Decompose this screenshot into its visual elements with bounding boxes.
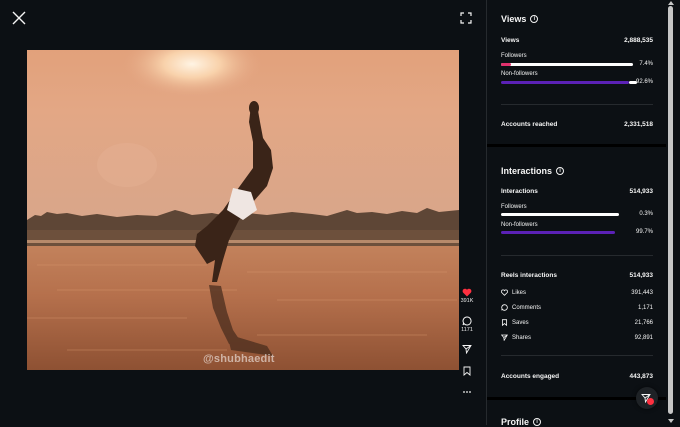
scroll-up-arrow[interactable] (668, 1, 674, 5)
scrollbar-thumb[interactable] (668, 6, 673, 414)
profile-heading: Profile i (501, 417, 542, 427)
views-total-row: Views 2,888,535 (501, 37, 653, 44)
accounts-engaged-label: Accounts engaged (501, 373, 560, 380)
heart-icon (462, 288, 472, 297)
comments-label: Comments (512, 304, 542, 311)
reels-interactions-value: 514,933 (629, 272, 654, 279)
likes-value: 391,443 (631, 289, 653, 296)
views-followers-bar-fill (501, 63, 511, 66)
profile-title: Profile (501, 417, 530, 427)
media-viewer: @shubhaedit 391K 1171 (0, 0, 485, 425)
accounts-engaged-value: 443,873 (629, 373, 654, 380)
accounts-reached-row: Accounts reached 2,331,518 (501, 121, 653, 128)
interactions-title: Interactions (501, 166, 553, 176)
bookmark-icon (463, 366, 471, 376)
close-icon[interactable] (12, 11, 26, 25)
shares-row: Shares 92,891 (501, 334, 653, 341)
ellipsis-icon (463, 391, 471, 393)
views-followers-label: Followers (501, 53, 527, 59)
divider (501, 255, 653, 256)
interactions-nonfollowers-bar-fill (501, 231, 615, 234)
info-icon[interactable]: i (530, 15, 539, 23)
like-count: 391K (460, 298, 474, 304)
interactions-total-label: Interactions (501, 188, 538, 195)
panel-scrollbar[interactable] (666, 0, 680, 425)
bookmark-icon (501, 319, 508, 326)
accounts-reached-label: Accounts reached (501, 121, 558, 128)
video-watermark: @shubhaedit (203, 353, 275, 365)
comments-value: 1,171 (637, 304, 653, 311)
interactions-followers-pct: 0.3% (639, 211, 653, 217)
interactions-nonfollowers-pct: 99.7% (635, 229, 653, 235)
save-button[interactable] (458, 366, 476, 376)
send-icon (501, 334, 508, 341)
notifications-button[interactable] (636, 387, 658, 409)
views-title: Views (501, 14, 527, 24)
views-total-label: Views (501, 37, 520, 44)
reels-interactions-row: Reels interactions 514,933 (501, 272, 653, 279)
views-nonfollowers-label: Non-followers (501, 71, 538, 77)
divider (501, 104, 653, 105)
heart-icon (501, 289, 508, 296)
likes-label: Likes (512, 289, 527, 296)
like-button[interactable]: 391K (458, 288, 476, 304)
shares-value: 92,891 (634, 334, 653, 341)
views-total-value: 2,888,535 (624, 37, 653, 44)
views-heading: Views i (501, 14, 539, 24)
reel-video[interactable]: @shubhaedit (27, 50, 459, 370)
insights-panel[interactable]: Views i Views 2,888,535 Followers 7.4% N… (486, 0, 667, 427)
comment-icon (501, 304, 508, 311)
divider (501, 355, 653, 356)
saves-label: Saves (512, 319, 529, 326)
interactions-total-row: Interactions 514,933 (501, 188, 653, 195)
saves-row: Saves 21,766 (501, 319, 653, 326)
comment-icon (462, 316, 472, 326)
notification-badge (647, 398, 654, 405)
views-followers-bar (501, 63, 633, 66)
accounts-engaged-row: Accounts engaged 443,873 (501, 373, 653, 380)
send-icon (462, 345, 472, 354)
likes-row: Likes 391,443 (501, 289, 653, 296)
scroll-down-arrow[interactable] (668, 419, 674, 423)
interactions-heading: Interactions i (501, 166, 565, 176)
comment-button[interactable]: 1171 (458, 316, 476, 333)
views-nonfollowers-pct: 92.6% (635, 79, 653, 85)
section-separator (487, 144, 667, 147)
interactions-nonfollowers-label: Non-followers (501, 222, 538, 228)
comments-row: Comments 1,171 (501, 304, 653, 311)
interactions-total-value: 514,933 (629, 188, 654, 195)
shares-label: Shares (512, 334, 532, 341)
comment-count: 1171 (461, 327, 473, 333)
views-nonfollowers-bar-fill (501, 81, 629, 84)
reels-interactions-label: Reels interactions (501, 272, 557, 279)
interactions-followers-bar (501, 213, 619, 216)
views-followers-pct: 7.4% (639, 61, 653, 67)
accounts-reached-value: 2,331,518 (624, 121, 653, 128)
more-options-button[interactable] (458, 390, 476, 394)
interactions-followers-label: Followers (501, 204, 527, 210)
sunset-dive-image (27, 50, 459, 370)
saves-value: 21,766 (634, 319, 653, 326)
info-icon[interactable]: i (556, 167, 565, 175)
fullscreen-icon[interactable] (460, 12, 472, 24)
share-button[interactable] (458, 344, 476, 354)
